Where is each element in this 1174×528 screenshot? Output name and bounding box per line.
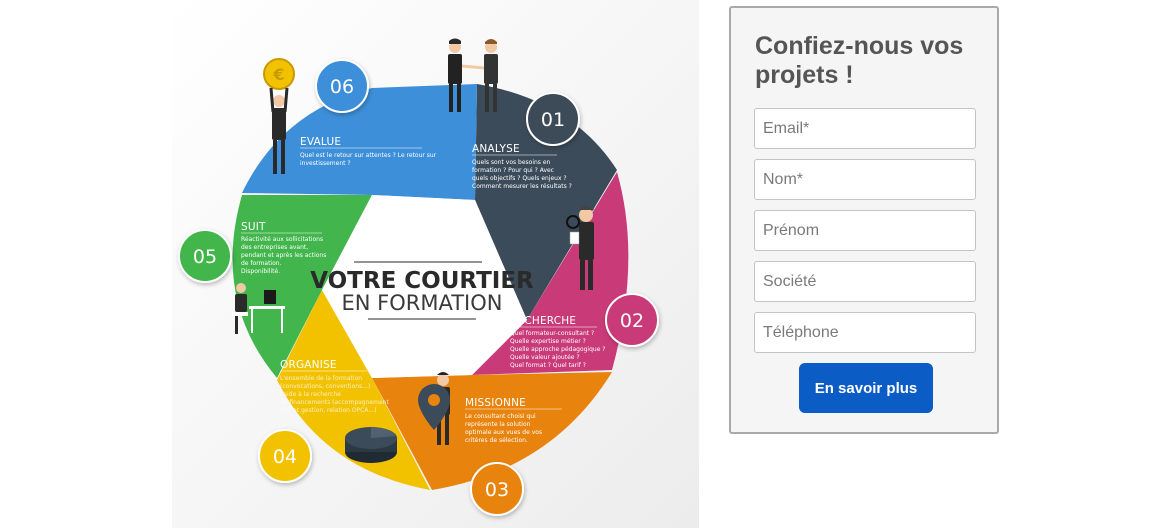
segment-04-title: ORGANISE (280, 359, 337, 371)
segment-06-title: EVALUE (300, 136, 341, 148)
segment-01-title: ANALYSE (472, 143, 520, 155)
badge-06-number: 06 (330, 76, 354, 98)
telephone-field[interactable] (754, 312, 976, 353)
segment-04-desc-5: CPF et gestion, relation OPCA...) (280, 407, 376, 414)
badge-04-number: 04 (273, 446, 297, 468)
segment-04-desc-3: l'aide à la recherche (280, 391, 341, 398)
pie-chart-3d-icon (345, 427, 397, 463)
societe-field[interactable] (754, 261, 976, 302)
formation-infographic: VOTRE COURTIER EN FORMATION EVALUE Quel … (172, 0, 699, 528)
segment-04-desc-1: L'ensemble de la formation (280, 375, 362, 382)
segment-02-desc-5: Quel format ? Quel tarif ? (510, 362, 586, 369)
badge-05-number: 05 (193, 246, 217, 268)
submit-button[interactable]: En savoir plus (799, 363, 933, 413)
segment-06-desc-2: investissement ? (300, 160, 351, 167)
segment-05-desc-4: de formation. (241, 260, 282, 267)
segment-06-desc-1: Quel est le retour sur attentes ? Le ret… (300, 152, 437, 159)
segment-02-desc-4: Quelle valeur ajoutée ? (510, 354, 580, 361)
segment-04-desc-2: (convocations, conventions...) (280, 383, 370, 390)
badge-04: 04 (258, 429, 312, 483)
badge-02-number: 02 (620, 310, 644, 332)
center-line-2: EN FORMATION (342, 291, 503, 315)
segment-03-desc-3: optimale aux vues de vos (465, 429, 542, 436)
segment-01-desc-4: Comment mesurer les résultats ? (472, 183, 572, 190)
segment-03-desc-1: Le consultant choisi qui (465, 413, 536, 420)
segment-02-desc-3: Quelle approche pédagogique ? (510, 346, 605, 353)
segment-03-desc-2: représente la solution (465, 421, 531, 428)
segment-02-title: RECHERCHE (510, 315, 576, 327)
segment-05-desc-3: pendant et après les actions (241, 252, 326, 259)
segment-01-desc-2: formation ? Pour qui ? Avec (472, 167, 554, 174)
segment-05-desc-1: Réactivité aux sollicitations (241, 236, 323, 243)
segment-03-title: MISSIONNE (465, 397, 526, 409)
badge-03-number: 03 (485, 479, 509, 501)
contact-form-panel: Confiez-nous vos projets ! En savoir plu… (729, 6, 999, 434)
badge-06: 06 (315, 59, 369, 113)
nom-field[interactable] (754, 159, 976, 200)
euro-symbol: € (272, 65, 284, 84)
badge-01-number: 01 (541, 109, 565, 131)
badge-01: 01 (526, 92, 580, 146)
segment-05-desc-2: des entreprises avant, (241, 244, 308, 251)
form-title: Confiez-nous vos projets ! (755, 32, 964, 89)
segment-01-desc-3: quels objectifs ? Quels enjeux ? (472, 175, 567, 182)
badge-03: 03 (470, 462, 524, 516)
infographic-svg: VOTRE COURTIER EN FORMATION EVALUE Quel … (178, 38, 659, 516)
segment-04-desc-4: de financements (accompagnement (280, 399, 389, 406)
email-field[interactable] (754, 108, 976, 149)
segment-02-desc-1: Quel formateur-consultant ? (510, 330, 594, 337)
segment-02-desc-2: Quelle expertise métier ? (510, 338, 586, 345)
segment-05-desc-5: Disponibilité. (241, 268, 280, 275)
segment-05-title: SUIT (241, 221, 266, 233)
badge-02: 02 (605, 293, 659, 347)
prenom-field[interactable] (754, 210, 976, 251)
segment-03-desc-4: critères de sélection. (465, 437, 528, 444)
badge-05: 05 (178, 229, 232, 283)
segment-01-desc-1: Quels sont vos besoins en (472, 159, 551, 166)
